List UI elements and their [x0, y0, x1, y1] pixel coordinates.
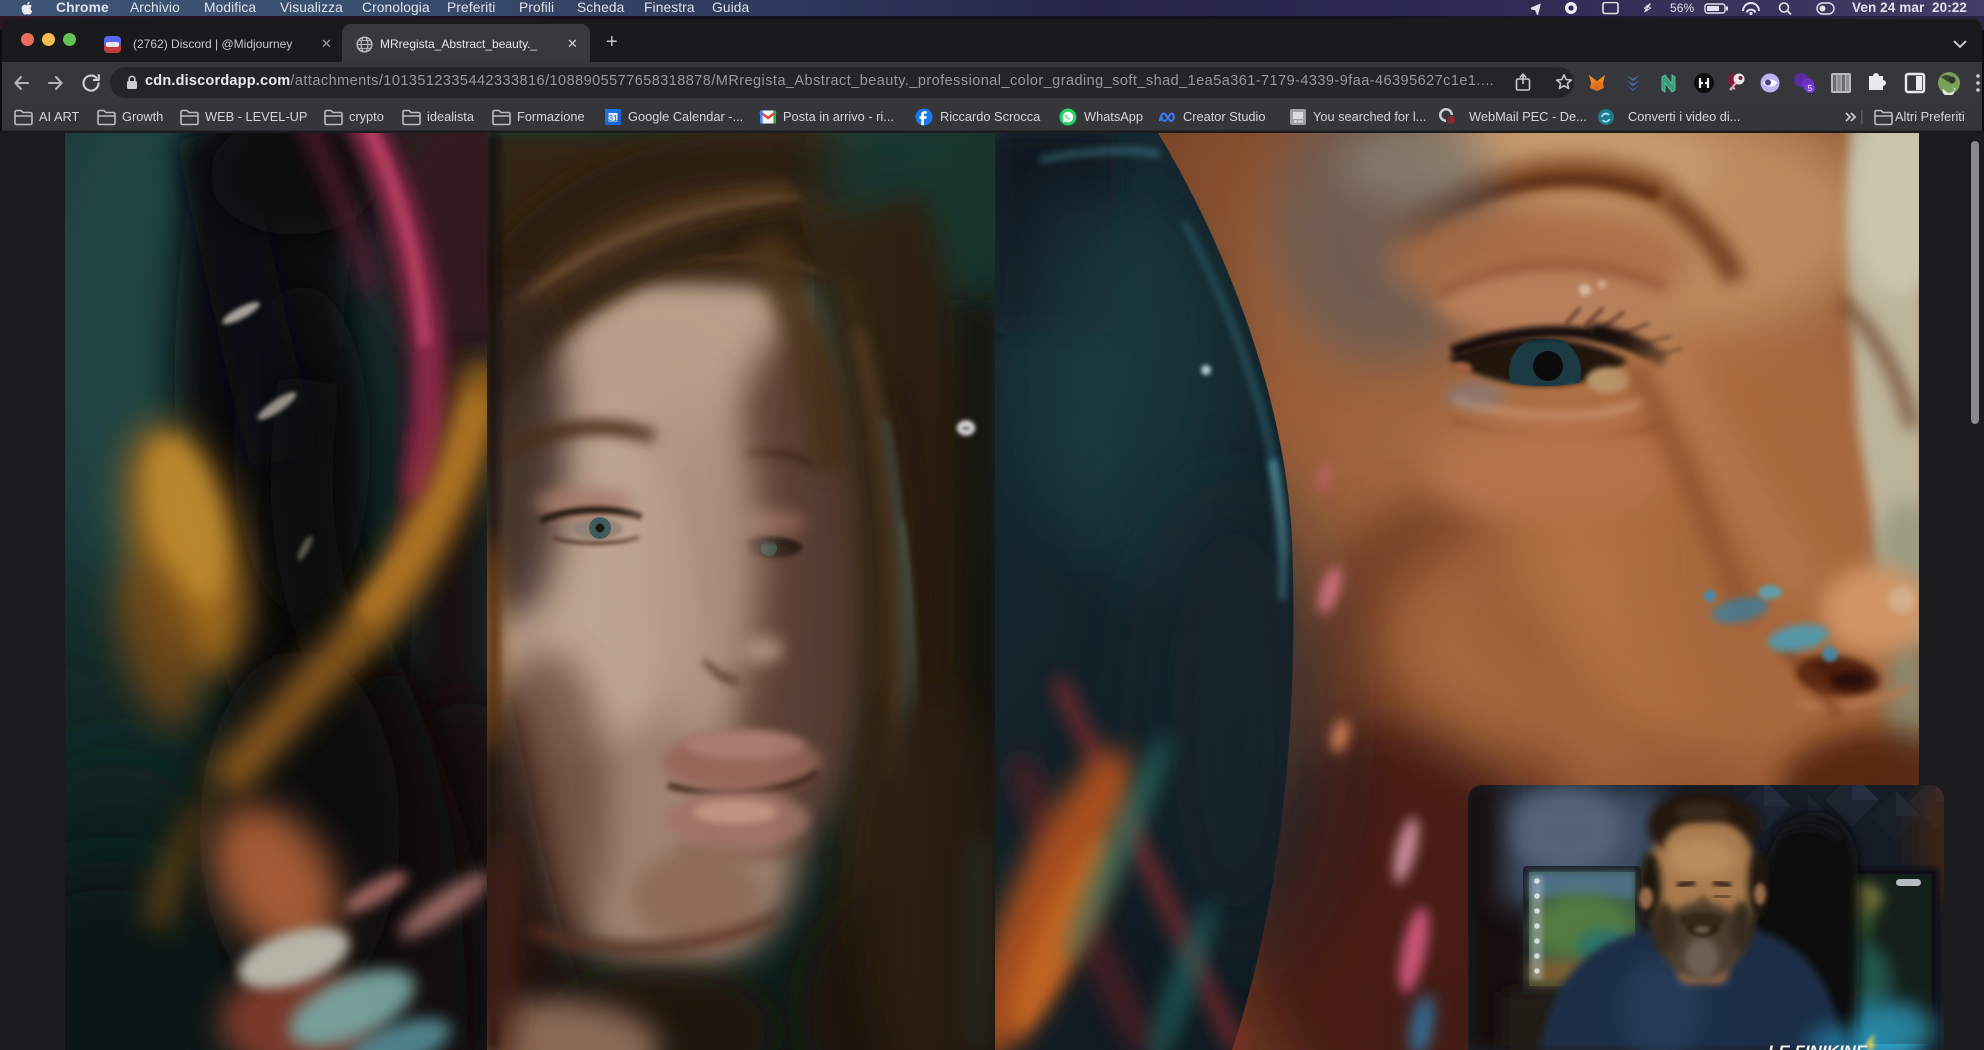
- svg-text:31: 31: [608, 113, 618, 123]
- svg-text:LE FINIKINE: LE FINIKINE: [1768, 1042, 1868, 1050]
- svg-text:5: 5: [1808, 84, 1813, 93]
